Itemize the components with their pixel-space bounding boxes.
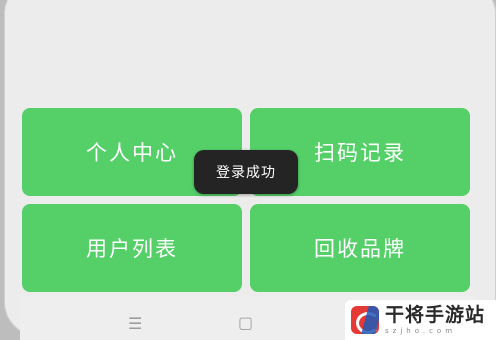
site-watermark: 干将手游站 szjho.com xyxy=(345,300,496,340)
watermark-text: 干将手游站 szjho.com xyxy=(385,303,486,335)
user-list-label: 用户列表 xyxy=(86,237,178,261)
scan-records-label: 扫码记录 xyxy=(314,141,406,165)
user-list-button[interactable]: 用户列表 xyxy=(22,204,242,292)
watermark-url: szjho.com xyxy=(385,326,457,335)
recycle-brands-label: 回收品牌 xyxy=(314,237,406,261)
menu-icon[interactable]: ☰ xyxy=(128,314,142,333)
personal-center-label: 个人中心 xyxy=(86,141,178,165)
toast-text: 登录成功 xyxy=(216,165,276,181)
watermark-logo-icon xyxy=(351,306,379,334)
recycle-brands-button[interactable]: 回收品牌 xyxy=(250,204,470,292)
content-area-blank xyxy=(20,0,476,95)
login-success-toast: 登录成功 xyxy=(194,150,298,194)
watermark-title: 干将手游站 xyxy=(385,303,486,326)
home-icon[interactable]: ▢ xyxy=(238,313,253,332)
